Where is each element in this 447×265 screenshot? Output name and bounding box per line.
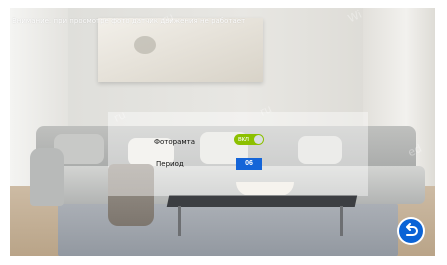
- motion-sensor-notice: Внимание: при просмотре фото датчик движ…: [12, 17, 246, 25]
- back-arrow-icon: [406, 223, 418, 236]
- slideshow-label: Фоторамта: [154, 138, 196, 146]
- period-value-field[interactable]: 06: [236, 158, 262, 170]
- settings-panel: Фоторамта вкл Период 06: [108, 112, 368, 196]
- photo-frame-background: Внимание: при просмотре фото датчик движ…: [10, 8, 435, 256]
- toggle-state-text: вкл: [238, 136, 249, 143]
- screen: Внимание: при просмотре фото датчик движ…: [0, 0, 447, 265]
- coffee-table: [166, 195, 358, 207]
- table-leg: [178, 206, 181, 236]
- painting-detail: [134, 36, 156, 54]
- back-button[interactable]: [399, 219, 423, 243]
- period-label: Период: [156, 160, 184, 168]
- slideshow-toggle[interactable]: вкл: [234, 134, 264, 145]
- toggle-knob: [254, 135, 263, 144]
- table-leg: [340, 206, 343, 236]
- wall-painting: [98, 18, 263, 82]
- sofa-arm: [30, 148, 64, 206]
